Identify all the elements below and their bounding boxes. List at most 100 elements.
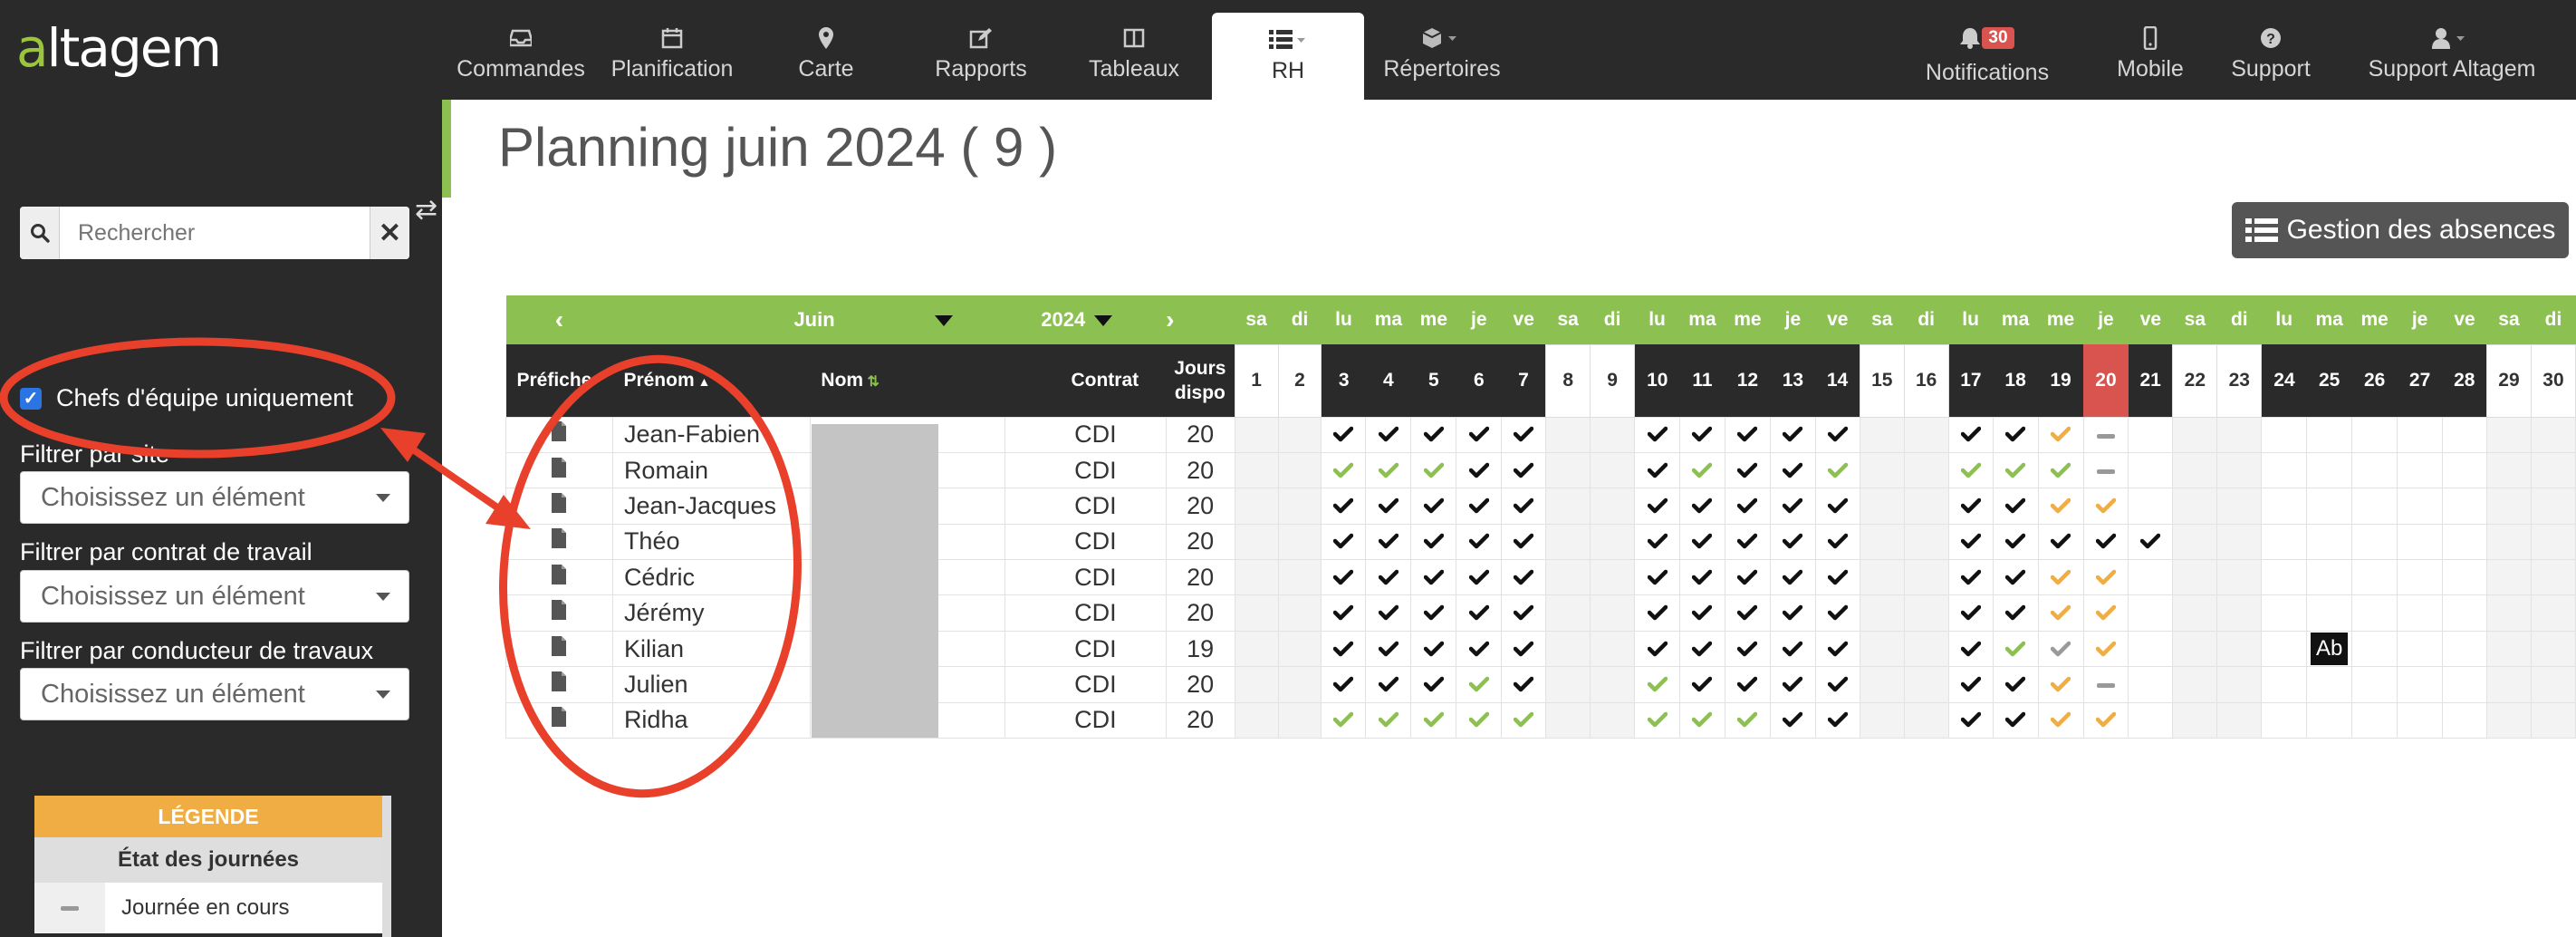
day-cell[interactable]	[1769, 630, 1816, 668]
prev-month-icon[interactable]: ‹	[505, 295, 613, 344]
day-cell[interactable]	[2128, 488, 2174, 525]
sidebar-toggle-icon[interactable]: ⇄	[415, 194, 437, 226]
day-cell[interactable]	[1501, 630, 1547, 668]
day-cell[interactable]	[1321, 488, 1367, 525]
day-cell[interactable]	[2172, 630, 2218, 668]
day-cell[interactable]	[1410, 416, 1457, 453]
day-cell[interactable]	[1634, 666, 1680, 703]
day-cell[interactable]	[2397, 488, 2444, 525]
day-cell[interactable]	[1859, 523, 1905, 561]
day-cell[interactable]	[2037, 666, 2084, 703]
day-cell[interactable]	[2082, 416, 2129, 453]
prefiche-cell[interactable]	[505, 630, 613, 668]
day-cell[interactable]	[2442, 488, 2487, 525]
day-cell[interactable]	[1859, 451, 1905, 489]
day-cell[interactable]	[1277, 488, 1322, 525]
day-cell[interactable]	[1769, 416, 1816, 453]
gestion-absences-button[interactable]: Gestion des absences	[2232, 202, 2569, 258]
day-cell[interactable]	[1410, 488, 1457, 525]
day-cell[interactable]	[1277, 701, 1322, 739]
day-cell[interactable]	[2082, 451, 2129, 489]
day-cell[interactable]	[1814, 451, 1860, 489]
day-cell[interactable]	[1992, 559, 2039, 596]
day-cell[interactable]	[2306, 416, 2353, 453]
day-cell[interactable]	[1634, 523, 1680, 561]
day-cell[interactable]	[1634, 559, 1680, 596]
day-cell[interactable]	[1903, 594, 1949, 632]
legend-scrollbar[interactable]	[382, 796, 391, 937]
day-cell[interactable]	[2172, 594, 2218, 632]
day-cell[interactable]	[1456, 451, 1503, 489]
day-cell[interactable]	[1545, 451, 1591, 489]
day-cell[interactable]	[2037, 701, 2084, 739]
day-cell[interactable]	[2216, 594, 2263, 632]
day-cell[interactable]	[1903, 559, 1949, 596]
day-cell[interactable]	[1456, 701, 1503, 739]
day-cell[interactable]	[1814, 666, 1860, 703]
day-cell[interactable]	[1321, 559, 1367, 596]
day-cell[interactable]	[1321, 416, 1367, 453]
day-cell[interactable]	[2216, 701, 2263, 739]
day-cell[interactable]	[2530, 451, 2576, 489]
day-cell[interactable]	[2082, 666, 2129, 703]
day-cell[interactable]	[2530, 416, 2576, 453]
day-cell[interactable]	[1679, 701, 1725, 739]
day-cell[interactable]	[1365, 451, 1412, 489]
day-cell[interactable]	[2442, 416, 2487, 453]
day-cell[interactable]	[2485, 701, 2532, 739]
day-cell[interactable]	[2351, 523, 2398, 561]
day-cell[interactable]	[1277, 630, 1322, 668]
day-cell[interactable]	[2261, 630, 2308, 668]
day-cell[interactable]	[1903, 451, 1949, 489]
day-cell[interactable]	[1277, 594, 1322, 632]
day-cell[interactable]	[1501, 594, 1547, 632]
nav-carte[interactable]: Carte	[754, 0, 899, 100]
day-cell[interactable]	[1234, 666, 1279, 703]
day-cell[interactable]	[2172, 523, 2218, 561]
year-select[interactable]: 2024	[1004, 295, 1167, 344]
day-cell[interactable]	[1859, 666, 1905, 703]
day-cell[interactable]	[1903, 416, 1949, 453]
day-cell[interactable]	[2442, 594, 2487, 632]
day-cell[interactable]	[1590, 666, 1636, 703]
day-cell[interactable]	[1679, 594, 1725, 632]
day-cell[interactable]	[1992, 630, 2039, 668]
day-cell[interactable]	[1769, 488, 1816, 525]
day-cell[interactable]	[1947, 559, 1994, 596]
day-cell[interactable]	[1590, 559, 1636, 596]
day-cell[interactable]	[1501, 416, 1547, 453]
day-cell[interactable]	[1321, 451, 1367, 489]
day-cell[interactable]	[1456, 488, 1503, 525]
day-cell[interactable]	[1456, 559, 1503, 596]
day-cell[interactable]	[1859, 416, 1905, 453]
day-cell[interactable]	[1724, 488, 1771, 525]
day-cell[interactable]	[1724, 701, 1771, 739]
day-cell[interactable]	[1859, 559, 1905, 596]
day-cell[interactable]	[1234, 559, 1279, 596]
day-cell[interactable]	[2172, 701, 2218, 739]
day-cell[interactable]	[1501, 523, 1547, 561]
day-cell[interactable]	[2530, 559, 2576, 596]
day-cell[interactable]	[1992, 416, 2039, 453]
day-cell[interactable]	[2442, 523, 2487, 561]
day-cell[interactable]	[2261, 523, 2308, 561]
day-cell[interactable]	[1679, 630, 1725, 668]
day-cell[interactable]	[2082, 559, 2129, 596]
day-cell[interactable]	[1410, 523, 1457, 561]
day-cell[interactable]	[1277, 416, 1322, 453]
day-cell[interactable]	[2351, 594, 2398, 632]
prefiche-cell[interactable]	[505, 451, 613, 489]
day-cell[interactable]	[1321, 701, 1367, 739]
day-cell[interactable]	[2216, 416, 2263, 453]
day-cell[interactable]	[2485, 488, 2532, 525]
day-cell[interactable]	[1501, 701, 1547, 739]
day-cell[interactable]	[2306, 701, 2353, 739]
month-select[interactable]: Juin	[612, 295, 1005, 344]
day-cell[interactable]	[2216, 666, 2263, 703]
filter-contrat-select[interactable]: Choisissez un élément	[20, 570, 409, 623]
day-cell[interactable]	[2261, 666, 2308, 703]
nav-support[interactable]: ? Support	[2207, 0, 2334, 100]
day-cell[interactable]	[1277, 523, 1322, 561]
day-cell[interactable]	[1365, 416, 1412, 453]
day-cell[interactable]	[1903, 701, 1949, 739]
